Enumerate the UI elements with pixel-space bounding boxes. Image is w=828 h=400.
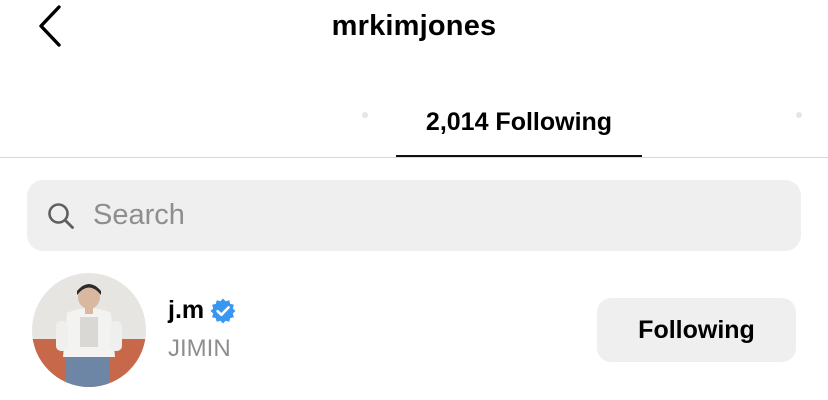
search-placeholder: Search xyxy=(93,199,185,231)
page-title: mrkimjones xyxy=(331,10,497,42)
search-input[interactable]: Search xyxy=(27,180,801,251)
username: j.m xyxy=(168,296,205,324)
verified-badge-icon xyxy=(210,298,236,324)
tab-overflow-dot xyxy=(796,112,802,118)
search-icon xyxy=(47,202,75,230)
tab-overflow-dot xyxy=(362,112,368,118)
tab-bar: 2,014 Following xyxy=(0,88,828,158)
tabs-divider xyxy=(0,157,828,158)
list-item: j.m JIMIN Following xyxy=(0,270,828,390)
following-button[interactable]: Following xyxy=(597,298,796,362)
avatar[interactable] xyxy=(32,273,146,387)
tab-following[interactable]: 2,014 Following xyxy=(396,88,642,156)
following-screen: mrkimjones 2,014 Following Search j.m JI… xyxy=(0,0,828,400)
user-info[interactable]: j.m JIMIN xyxy=(168,296,236,363)
full-name: JIMIN xyxy=(168,335,231,362)
